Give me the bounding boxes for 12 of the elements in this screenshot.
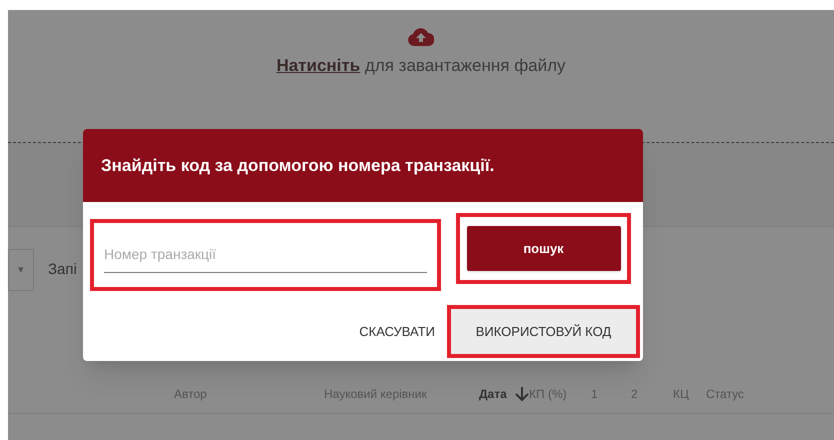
cloud-upload-icon bbox=[408, 28, 434, 46]
upload-link[interactable]: Натисніть bbox=[276, 56, 360, 75]
sort-down-icon bbox=[514, 386, 529, 402]
use-code-button[interactable]: ВИКОРИСТОВУЙ КОД bbox=[451, 309, 636, 354]
column-header[interactable]: Дата bbox=[479, 384, 507, 402]
filter-label: Запі bbox=[48, 260, 77, 280]
transaction-number-field[interactable]: Номер транзакції bbox=[104, 235, 427, 273]
dialog-title: Знайдіть код за допомогою номера транзакції. bbox=[101, 154, 494, 177]
cancel-button[interactable]: СКАСУВАТИ bbox=[355, 316, 439, 348]
upload-hint: для завантаження файлу bbox=[364, 56, 566, 75]
search-button[interactable]: пошук bbox=[466, 226, 620, 271]
filter-select[interactable]: ▾ bbox=[8, 249, 34, 291]
